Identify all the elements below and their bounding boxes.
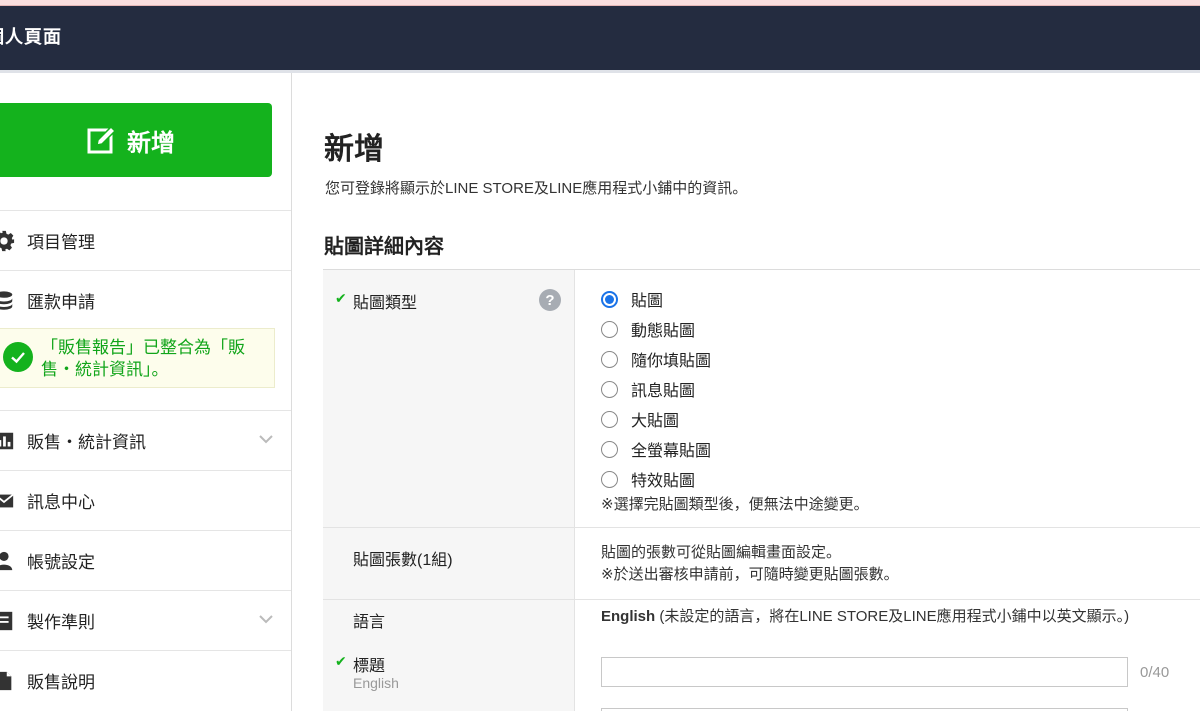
chevron-down-icon[interactable]	[259, 611, 273, 629]
sidebar-item-label: 訊息中心	[27, 493, 95, 512]
row-divider	[323, 599, 1200, 600]
sidebar-item-payout-request[interactable]: 匯款申請	[0, 270, 291, 330]
radio-label: 大貼圖	[631, 413, 680, 430]
sidebar-item-label: 帳號設定	[27, 553, 95, 572]
language-value-strong: English	[601, 608, 656, 625]
header-title[interactable]: 個人頁面	[0, 23, 62, 49]
section-title: 貼圖詳細內容	[324, 236, 444, 258]
radio-option-message[interactable]: 訊息貼圖	[601, 377, 695, 401]
sticker-type-label: 貼圖類型	[353, 295, 418, 312]
radio-button[interactable]	[601, 440, 618, 458]
help-icon[interactable]: ?	[539, 289, 561, 311]
radio-button[interactable]	[601, 470, 618, 488]
main-content: 新增 您可登錄將顯示於LINE STORE及LINE應用程式小鋪中的資訊。 貼圖…	[292, 73, 1200, 711]
notice-text: 「販售報告」已整合為「販售・統計資訊」。	[41, 338, 245, 379]
radio-option-big[interactable]: 大貼圖	[601, 407, 679, 431]
required-check-icon: ✔	[335, 290, 347, 306]
radio-label: 隨你填貼圖	[631, 353, 712, 370]
title-label: 標題	[353, 658, 386, 675]
app-header: 個人頁面	[0, 6, 1200, 70]
gear-icon	[0, 229, 16, 253]
sticker-count-info: 貼圖的張數可從貼圖編輯畫面設定。	[601, 544, 842, 561]
sidebar-item-sales-guide[interactable]: 販售說明	[0, 650, 291, 710]
user-icon	[0, 549, 16, 573]
envelope-icon	[0, 489, 16, 513]
page-title: 新增	[324, 133, 384, 166]
radio-label: 動態貼圖	[631, 323, 696, 340]
sticker-count-note: ※於送出審核申請前，可隨時變更貼圖張數。	[601, 566, 899, 583]
page-description: 您可登錄將顯示於LINE STORE及LINE應用程式小鋪中的資訊。	[325, 180, 748, 197]
radio-label: 特效貼圖	[631, 473, 696, 490]
row-divider	[323, 527, 1200, 528]
coins-icon	[0, 289, 16, 313]
radio-label: 貼圖	[631, 293, 664, 310]
sidebar-item-label: 製作準則	[27, 613, 95, 632]
required-check-icon: ✔	[335, 653, 347, 669]
radio-option-custom[interactable]: 隨你填貼圖	[601, 347, 711, 371]
sidebar-item-sales-stats[interactable]: 販售・統計資訊	[0, 410, 291, 470]
check-circle-icon	[3, 342, 33, 372]
language-value: English (未設定的語言，將在LINE STORE及LINE應用程式小鋪中…	[601, 606, 1129, 628]
sidebar-item-label: 販售・統計資訊	[27, 433, 146, 452]
language-label: 語言	[353, 614, 386, 631]
book-icon	[0, 609, 16, 633]
title-input[interactable]	[601, 657, 1128, 687]
sidebar-item-label: 販售說明	[27, 673, 95, 692]
merge-notice: 「販售報告」已整合為「販售・統計資訊」。	[0, 328, 275, 388]
new-button[interactable]: 新增	[0, 103, 272, 177]
sticker-detail-form: ✔ 貼圖類型 ? 貼圖 動態貼圖 隨你填貼圖 訊息貼圖 大貼圖 全螢幕貼圖 特效…	[323, 269, 1200, 711]
radio-option-effect[interactable]: 特效貼圖	[601, 467, 695, 491]
radio-button[interactable]	[601, 380, 618, 398]
sidebar-item-message-center[interactable]: 訊息中心	[0, 470, 291, 530]
sticker-count-label: 貼圖張數(1組)	[353, 552, 453, 569]
sticker-type-note: ※選擇完貼圖類型後，便無法中途變更。	[601, 496, 869, 513]
sidebar-item-guidelines[interactable]: 製作準則	[0, 590, 291, 650]
radio-option-sticker[interactable]: 貼圖	[601, 287, 663, 311]
document-icon	[0, 669, 16, 693]
language-value-note: (未設定的語言，將在LINE STORE及LINE應用程式小鋪中以英文顯示。)	[659, 608, 1130, 625]
sidebar-item-label: 匯款申請	[27, 293, 95, 312]
bar-chart-icon	[0, 429, 16, 453]
chevron-down-icon[interactable]	[259, 431, 273, 449]
new-button-label: 新增	[127, 129, 175, 157]
edit-icon	[87, 125, 117, 155]
sidebar-item-account-settings[interactable]: 帳號設定	[0, 530, 291, 590]
radio-label: 訊息貼圖	[631, 383, 696, 400]
sidebar-item-label: 項目管理	[27, 233, 95, 252]
radio-option-fullscreen[interactable]: 全螢幕貼圖	[601, 437, 711, 461]
sidebar-item-item-management[interactable]: 項目管理	[0, 210, 291, 270]
title-char-counter: 0/40	[1140, 664, 1170, 681]
label-column	[323, 270, 575, 711]
sidebar: 新增 項目管理 匯款申請 「販售報告」已整合為「販售・統計資訊」。 販售・統計資…	[0, 73, 292, 711]
radio-button[interactable]	[601, 320, 618, 338]
radio-button[interactable]	[601, 290, 618, 308]
radio-option-animated[interactable]: 動態貼圖	[601, 317, 695, 341]
radio-button[interactable]	[601, 410, 618, 428]
radio-label: 全螢幕貼圖	[631, 443, 712, 460]
radio-button[interactable]	[601, 350, 618, 368]
title-sublabel: English	[353, 675, 399, 691]
